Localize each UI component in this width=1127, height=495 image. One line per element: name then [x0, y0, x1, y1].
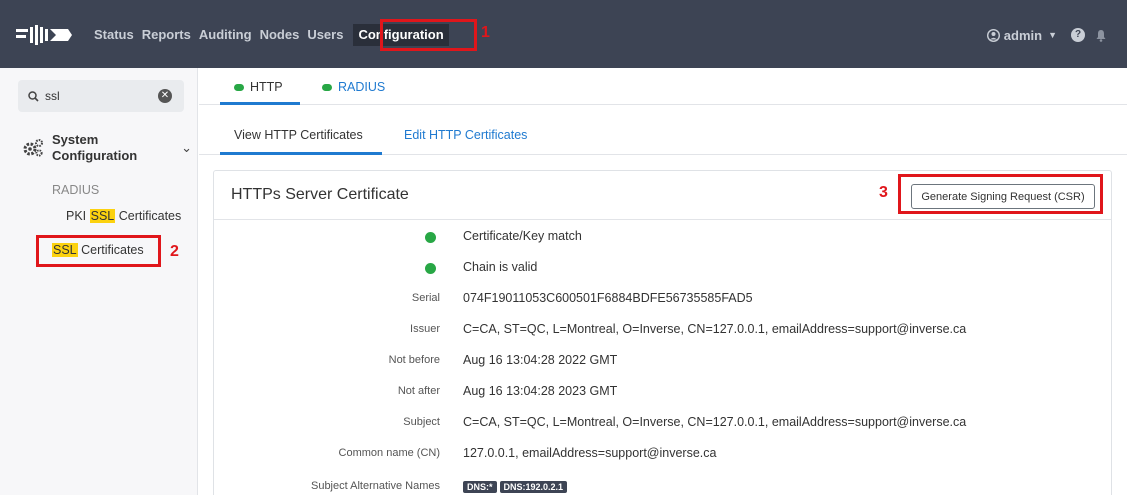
- field-key: Not before: [388, 354, 440, 366]
- gears-icon: [23, 139, 43, 157]
- sidebar-section-label: System Configuration: [52, 132, 138, 163]
- status-row: Chain is valid: [214, 252, 1111, 282]
- status-row: Certificate/Key match: [214, 221, 1111, 251]
- field-row-san: Subject Alternative Names DNS:* DNS:192.0…: [214, 471, 1111, 495]
- annotation-box-ssl-certificates: [36, 235, 161, 267]
- status-dot-icon: [234, 83, 244, 91]
- protocol-tabs: HTTP RADIUS: [199, 68, 1127, 105]
- field-key: Not after: [397, 385, 440, 397]
- field-key: Subject Alternative Names: [310, 480, 440, 492]
- active-tab-indicator: [220, 152, 382, 155]
- status-text: Chain is valid: [463, 260, 538, 274]
- field-row-serial: Serial 074F19011053C600501F6884BDFE56735…: [214, 283, 1111, 313]
- tab-http[interactable]: HTTP: [234, 80, 283, 94]
- user-icon: [986, 28, 1000, 42]
- bell-icon[interactable]: [1095, 29, 1107, 42]
- nav-auditing[interactable]: Auditing: [199, 24, 252, 46]
- tab-http-label: HTTP: [250, 80, 283, 94]
- nav-reports[interactable]: Reports: [142, 24, 191, 46]
- field-row-common-name: Common name (CN) 127.0.0.1, emailAddress…: [214, 438, 1111, 468]
- card-title: HTTPs Server Certificate: [231, 186, 409, 203]
- san-badge: DNS:*: [463, 481, 497, 493]
- field-key: Serial: [411, 292, 440, 304]
- sidebar-item-label-suffix: Certificates: [115, 209, 182, 223]
- field-value: C=CA, ST=QC, L=Montreal, O=Inverse, CN=1…: [463, 415, 967, 429]
- sidebar: ✕ System Configuration ⌄ RADIUS PKI SSL …: [0, 68, 198, 495]
- tab-radius-label: RADIUS: [338, 80, 386, 94]
- top-navbar: Status Reports Auditing Nodes Users Conf…: [0, 0, 1127, 68]
- main-content: HTTP RADIUS View HTTP Certificates Edit …: [199, 68, 1127, 495]
- nav-users[interactable]: Users: [307, 24, 343, 46]
- user-name: admin: [1003, 27, 1043, 43]
- sidebar-item-label-prefix: PKI: [66, 209, 90, 223]
- field-key: Issuer: [410, 323, 440, 335]
- chevron-down-icon: ⌄: [181, 140, 192, 155]
- search-box[interactable]: ✕: [18, 80, 184, 112]
- annotation-box-csr-button: [898, 174, 1103, 214]
- tab-radius[interactable]: RADIUS: [322, 80, 385, 94]
- field-key: Common name (CN): [338, 447, 440, 459]
- san-badges: DNS:* DNS:192.0.2.1: [463, 479, 570, 493]
- san-badge: DNS:192.0.2.1: [499, 481, 568, 493]
- annotation-box-configuration: [380, 19, 477, 51]
- search-match-highlight: SSL: [89, 209, 116, 223]
- tab-view-http-certificates[interactable]: View HTTP Certificates: [234, 128, 363, 142]
- help-icon[interactable]: ?: [1071, 28, 1085, 42]
- tab-edit-http-certificates[interactable]: Edit HTTP Certificates: [404, 128, 527, 142]
- annotation-marker-3: 3: [879, 184, 888, 201]
- search-input[interactable]: [45, 89, 155, 103]
- field-value: Aug 16 13:04:28 2023 GMT: [463, 384, 618, 398]
- clear-search-icon[interactable]: ✕: [158, 89, 172, 103]
- packetfence-logo-icon[interactable]: [16, 24, 72, 46]
- nav-nodes[interactable]: Nodes: [260, 24, 300, 46]
- status-text: Certificate/Key match: [463, 229, 582, 243]
- field-key: Subject: [403, 416, 440, 428]
- status-dot-icon: [322, 83, 332, 91]
- field-value: C=CA, ST=QC, L=Montreal, O=Inverse, CN=1…: [463, 322, 967, 336]
- chevron-down-icon: ▼: [1048, 30, 1057, 40]
- ok-status-icon: [425, 263, 436, 274]
- field-value: 127.0.0.1, emailAddress=support@inverse.…: [463, 446, 717, 460]
- user-menu[interactable]: admin ▼: [986, 27, 1057, 43]
- annotation-marker-1: 1: [481, 24, 490, 41]
- sidebar-item-pki-ssl-certificates[interactable]: PKI SSL Certificates: [66, 209, 181, 223]
- certificate-tabs: View HTTP Certificates Edit HTTP Certifi…: [199, 105, 1127, 155]
- field-row-not-after: Not after Aug 16 13:04:28 2023 GMT: [214, 376, 1111, 406]
- ok-status-icon: [425, 232, 436, 243]
- sidebar-section-system-configuration[interactable]: System Configuration ⌄: [22, 128, 192, 168]
- field-value: Aug 16 13:04:28 2022 GMT: [463, 353, 618, 367]
- field-row-issuer: Issuer C=CA, ST=QC, L=Montreal, O=Invers…: [214, 314, 1111, 344]
- field-row-not-before: Not before Aug 16 13:04:28 2022 GMT: [214, 345, 1111, 375]
- field-row-subject: Subject C=CA, ST=QC, L=Montreal, O=Inver…: [214, 407, 1111, 437]
- certificate-card: HTTPs Server Certificate Generate Signin…: [213, 170, 1112, 495]
- search-icon: [28, 90, 39, 102]
- nav-status[interactable]: Status: [94, 24, 134, 46]
- sidebar-item-radius[interactable]: RADIUS: [52, 183, 99, 197]
- annotation-marker-2: 2: [170, 243, 179, 260]
- field-value: 074F19011053C600501F6884BDFE56735585FAD5: [463, 291, 753, 305]
